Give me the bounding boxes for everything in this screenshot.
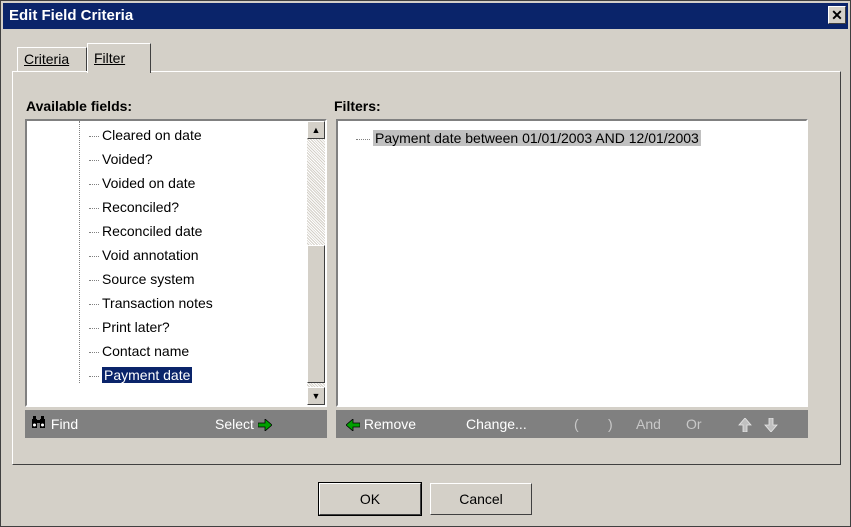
arrow-left-icon: [345, 416, 364, 433]
title-bar: Edit Field Criteria ✕: [3, 3, 848, 29]
scroll-down-button[interactable]: ▼: [307, 387, 325, 405]
filters-toolbar: Remove Change... ( ) And Or: [336, 410, 808, 438]
and-button[interactable]: And: [636, 410, 661, 438]
filters-list[interactable]: Payment date between 01/01/2003 AND 12/0…: [336, 119, 808, 407]
or-button[interactable]: Or: [686, 410, 702, 438]
arrow-down-icon: [764, 416, 778, 433]
edit-field-criteria-dialog: Edit Field Criteria ✕ Criteria Filter Av…: [0, 0, 851, 527]
change-button[interactable]: Change...: [466, 410, 527, 438]
field-tree: Cleared on date Voided? Voided on date R…: [27, 121, 305, 405]
move-up-button[interactable]: [738, 410, 752, 438]
remove-button[interactable]: Remove: [345, 410, 416, 438]
cancel-button[interactable]: Cancel: [430, 483, 532, 515]
open-paren-button[interactable]: (: [574, 410, 579, 438]
scroll-up-button[interactable]: ▲: [307, 121, 325, 139]
move-down-button[interactable]: [764, 410, 778, 438]
triangle-down-icon: ▼: [311, 391, 321, 401]
close-button[interactable]: ✕: [828, 6, 846, 24]
tree-item-source-system[interactable]: Source system: [89, 267, 195, 291]
triangle-up-icon: ▲: [311, 125, 321, 135]
select-button[interactable]: Select: [215, 410, 273, 438]
scroll-thumb[interactable]: [307, 245, 325, 383]
tree-item-voided[interactable]: Voided?: [89, 147, 153, 171]
tree-item-voided-on-date[interactable]: Voided on date: [89, 171, 195, 195]
window-title: Edit Field Criteria: [9, 7, 134, 24]
binoculars-icon: [31, 411, 47, 439]
tree-item-void-annotation[interactable]: Void annotation: [89, 243, 199, 267]
find-button[interactable]: Find: [31, 410, 78, 438]
tab-criteria[interactable]: Criteria: [17, 47, 87, 71]
tree-item-contact-name[interactable]: Contact name: [89, 339, 189, 363]
tree-item-reconciled[interactable]: Reconciled?: [89, 195, 179, 219]
ok-button[interactable]: OK: [318, 482, 422, 516]
tree-item-print-later[interactable]: Print later?: [89, 315, 170, 339]
available-fields-label: Available fields:: [26, 98, 133, 114]
arrow-right-icon: [257, 416, 273, 433]
tree-item-reconciled-date[interactable]: Reconciled date: [89, 219, 202, 243]
close-paren-button[interactable]: ): [608, 410, 613, 438]
filter-item[interactable]: Payment date between 01/01/2003 AND 12/0…: [356, 127, 701, 149]
tree-item-cleared-on-date[interactable]: Cleared on date: [89, 123, 202, 147]
close-icon: ✕: [831, 7, 843, 23]
available-fields-toolbar: Find Select: [25, 410, 327, 438]
tab-filter[interactable]: Filter: [87, 43, 151, 73]
vertical-scrollbar[interactable]: ▲ ▼: [307, 121, 325, 405]
available-fields-tree[interactable]: Cleared on date Voided? Voided on date R…: [25, 119, 327, 407]
tree-item-transaction-notes[interactable]: Transaction notes: [89, 291, 213, 315]
arrow-up-icon: [738, 416, 752, 433]
tree-connector: [79, 121, 80, 383]
tree-item-payment-date[interactable]: Payment date: [89, 363, 194, 387]
filters-label: Filters:: [334, 98, 381, 114]
